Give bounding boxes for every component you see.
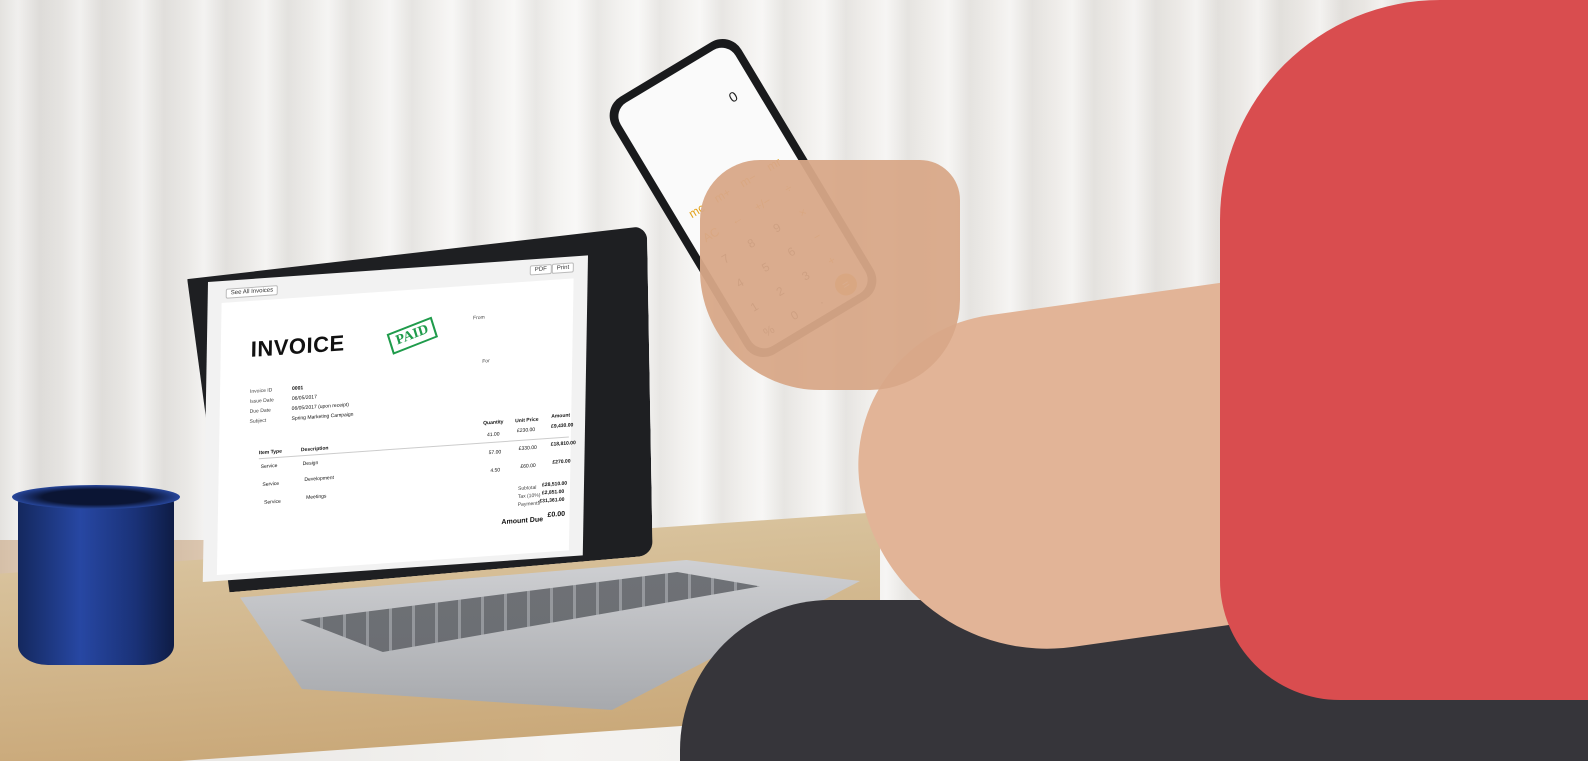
laptop-screen: See All Invoices PDF Print INVOICE PAID … [202, 255, 588, 583]
subtotal-label: Subtotal [517, 484, 537, 493]
pdf-button[interactable]: PDF [529, 263, 552, 276]
meta-value-due-date: 06/05/2017 (upon receipt) [291, 401, 349, 412]
row-unit-price: £230.00 [516, 426, 536, 435]
for-label: For [482, 358, 490, 365]
row-unit-price: £60.00 [520, 462, 536, 470]
amount-due-value: £0.00 [547, 510, 566, 519]
amount-due-label: Amount Due [501, 516, 544, 527]
mug-body [18, 493, 174, 665]
invoice-sheet: INVOICE PAID From For Invoice ID Issue D… [216, 278, 576, 576]
tax-value: £2,851.00 [541, 488, 565, 497]
row-description: Development [304, 474, 334, 484]
col-item-type: Item Type [258, 448, 282, 457]
meta-label-subject: Subject [249, 417, 267, 425]
invoice-title: INVOICE [250, 330, 345, 362]
red-shirt [1220, 0, 1588, 700]
row-unit-price: £330.00 [518, 444, 537, 453]
row-amount: £9,430.00 [550, 422, 574, 430]
print-button[interactable]: Print [551, 262, 575, 274]
col-quantity: Quantity [483, 419, 504, 427]
meta-label-invoice-id: Invoice ID [249, 387, 273, 395]
payments-label: Payments [517, 500, 541, 509]
row-type: Service [262, 480, 280, 488]
row-type: Service [264, 498, 281, 506]
row-quantity: 41.00 [486, 431, 500, 439]
calc-display: 0 [725, 87, 741, 106]
meta-value-issue-date: 06/05/2017 [291, 394, 317, 402]
row-quantity: 4.50 [490, 467, 501, 475]
see-all-invoices-button[interactable]: See All Invoices [225, 285, 279, 299]
meta-label-issue-date: Issue Date [249, 397, 274, 405]
paid-stamp: PAID [386, 316, 439, 355]
row-description: Meetings [306, 493, 327, 501]
meta-label-due-date: Due Date [249, 407, 271, 415]
payments-value: -£31,361.00 [537, 496, 565, 505]
meta-value-invoice-id: 0001 [291, 385, 304, 392]
row-quantity: 57.00 [488, 449, 502, 457]
from-label: From [472, 314, 485, 322]
meta-value-subject: Spring Marketing Campaign [291, 411, 354, 422]
row-type: Service [260, 462, 278, 471]
blue-mug [12, 485, 180, 667]
col-unit-price: Unit Price [515, 416, 539, 425]
col-description: Description [300, 445, 329, 454]
col-amount: Amount [551, 412, 571, 420]
subtotal-value: £28,510.00 [541, 480, 568, 489]
row-description: Design [302, 460, 319, 468]
photo-scene: See All Invoices PDF Print INVOICE PAID … [0, 0, 1588, 761]
row-amount: £270.00 [552, 458, 571, 466]
row-amount: £18,810.00 [550, 440, 576, 448]
mug-rim [12, 485, 180, 509]
hand-holding-phone [700, 160, 960, 390]
